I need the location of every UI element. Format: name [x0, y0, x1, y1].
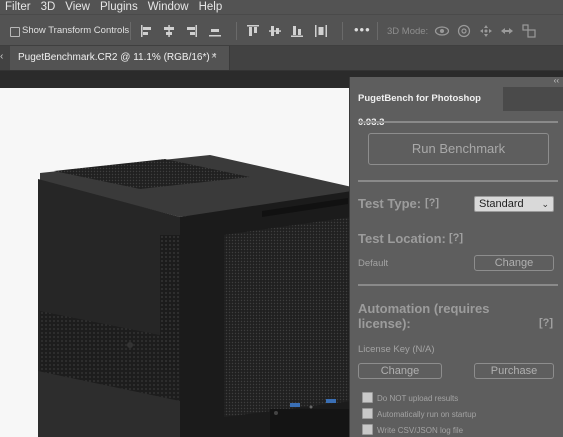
show-transform-controls-label: Show Transform Controls: [22, 25, 130, 36]
show-transform-controls-checkbox[interactable]: [10, 27, 20, 37]
distribute-icon[interactable]: [314, 24, 328, 38]
run-on-startup-label: Automatically run on startup: [377, 410, 477, 419]
menu-3d[interactable]: 3D: [36, 0, 61, 14]
options-divider: [236, 22, 237, 40]
automation-help-link[interactable]: [?]: [539, 317, 553, 329]
align-bottom-icon[interactable]: [208, 24, 222, 38]
license-key-label: License Key (N/A): [358, 344, 435, 355]
close-tab-icon[interactable]: ×: [211, 51, 217, 62]
test-type-value: Standard: [479, 198, 524, 210]
change-location-button[interactable]: Change: [474, 255, 554, 271]
pugetbench-panel: ‹‹ PugetBench for Photoshop 0.93.3 Run B…: [349, 76, 563, 437]
roll-3d-icon[interactable]: [457, 24, 471, 38]
write-log-label: Write CSV/JSON log file: [377, 426, 464, 435]
menu-help[interactable]: Help: [194, 0, 228, 14]
document-tab[interactable]: PugetBenchmark.CR2 @ 11.1% (RGB/16*) * ×: [10, 46, 230, 70]
options-divider: [130, 22, 131, 40]
divider: [358, 284, 558, 286]
panel-tab-pugetbench[interactable]: PugetBench for Photoshop 0.93.3: [350, 87, 503, 128]
orbit-3d-icon[interactable]: [434, 24, 450, 38]
tab-scroll-left-icon[interactable]: ‹: [0, 51, 3, 62]
collapse-panel-icon[interactable]: ‹‹: [554, 76, 559, 85]
options-bar: Show Transform Controls ••• 3D Mode:: [0, 14, 563, 46]
do-not-upload-checkbox[interactable]: [362, 392, 373, 403]
test-type-label: Test Type:: [358, 196, 422, 211]
more-options-icon[interactable]: •••: [354, 22, 371, 37]
divider: [358, 121, 558, 123]
test-location-label: Test Location:: [358, 231, 446, 246]
align-horizontal-centers-icon[interactable]: [162, 24, 176, 38]
automation-label: Automation (requires license):: [358, 301, 490, 331]
slide-3d-icon[interactable]: [500, 24, 514, 38]
menu-window[interactable]: Window: [143, 0, 194, 14]
options-divider: [342, 22, 343, 40]
align-left-edges-icon[interactable]: [140, 24, 154, 38]
run-benchmark-button[interactable]: Run Benchmark: [368, 133, 549, 165]
menu-bar: Filter 3D View Plugins Window Help: [0, 0, 563, 14]
document-tab-title: PugetBenchmark.CR2 @ 11.1% (RGB/16*) *: [18, 52, 217, 63]
align-vertical-centers-icon[interactable]: [268, 24, 282, 38]
test-type-select[interactable]: Standard ⌄: [474, 196, 554, 212]
pan-3d-icon[interactable]: [479, 24, 493, 38]
write-log-checkbox[interactable]: [362, 424, 373, 435]
test-location-value: Default: [358, 258, 389, 269]
menu-view[interactable]: View: [60, 0, 95, 14]
change-license-button[interactable]: Change: [358, 363, 442, 379]
purchase-button[interactable]: Purchase: [474, 363, 554, 379]
divider: [358, 180, 558, 182]
scale-3d-icon[interactable]: [522, 24, 536, 38]
align-bottom-edges-icon[interactable]: [290, 24, 304, 38]
do-not-upload-label: Do NOT upload results: [377, 394, 459, 403]
test-type-help-link[interactable]: [?]: [425, 197, 439, 209]
align-right-edges-icon[interactable]: [184, 24, 198, 38]
menu-filter[interactable]: Filter: [0, 0, 36, 14]
options-divider: [377, 22, 378, 40]
align-top-edges-icon[interactable]: [246, 24, 260, 38]
run-on-startup-checkbox[interactable]: [362, 408, 373, 419]
3d-mode-label: 3D Mode:: [387, 26, 429, 37]
chevron-down-icon: ⌄: [541, 199, 549, 209]
document-tab-bar: ‹ PugetBenchmark.CR2 @ 11.1% (RGB/16*) *…: [0, 46, 563, 71]
menu-plugins[interactable]: Plugins: [95, 0, 143, 14]
test-location-help-link[interactable]: [?]: [449, 232, 463, 244]
